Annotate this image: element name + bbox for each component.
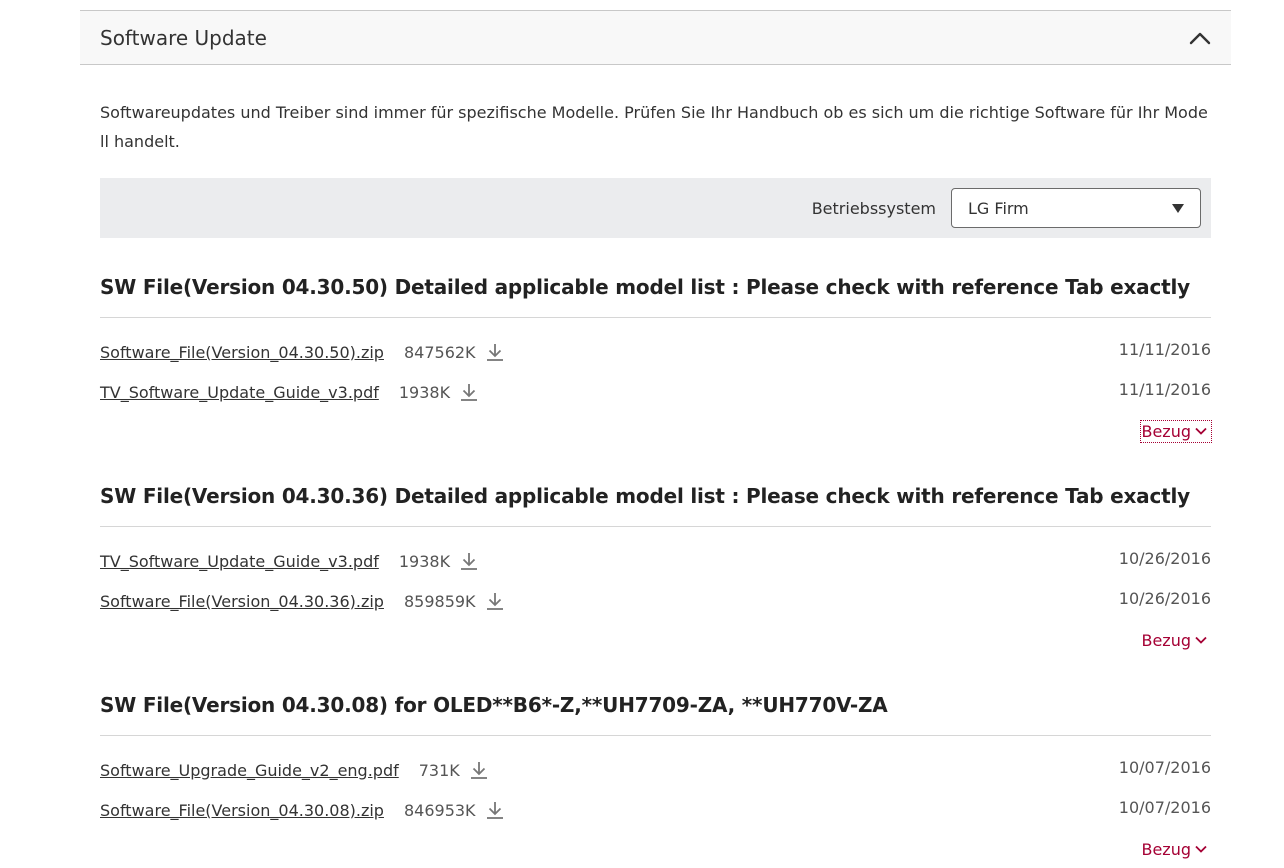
caret-down-icon xyxy=(1172,203,1184,213)
download-icon[interactable] xyxy=(459,382,479,402)
reference-row: Bezug xyxy=(100,621,1211,659)
download-icon[interactable] xyxy=(485,800,505,820)
file-date: 10/07/2016 xyxy=(1118,758,1211,777)
file-date: 11/11/2016 xyxy=(1118,340,1211,359)
file-date: 10/26/2016 xyxy=(1118,549,1211,568)
software-section-title: SW File(Version 04.30.36) Detailed appli… xyxy=(100,466,1211,527)
file-list: TV_Software_Update_Guide_v3.pdf 1938K 10… xyxy=(100,527,1211,621)
reference-toggle-button[interactable]: Bezug xyxy=(1140,419,1212,443)
accordion-header[interactable]: Software Update xyxy=(80,10,1231,65)
download-icon[interactable] xyxy=(469,760,489,780)
software-section-title: SW File(Version 04.30.08) for OLED**B6*-… xyxy=(100,675,1211,736)
os-filter-label: Betriebssystem xyxy=(811,198,936,218)
file-date: 10/26/2016 xyxy=(1118,589,1211,608)
file-size: 847562K xyxy=(403,342,476,362)
chevron-down-icon xyxy=(1195,427,1207,435)
reference-label: Bezug xyxy=(1141,630,1191,650)
os-filter-bar: Betriebssystem LG Firm xyxy=(100,178,1211,238)
file-link[interactable]: TV_Software_Update_Guide_v3.pdf xyxy=(100,383,379,402)
file-link[interactable]: Software_Upgrade_Guide_v2_eng.pdf xyxy=(100,761,399,780)
reference-toggle-button[interactable]: Bezug xyxy=(1141,630,1211,651)
file-size: 859859K xyxy=(403,591,476,611)
file-size: 846953K xyxy=(403,800,476,820)
file-link[interactable]: TV_Software_Update_Guide_v3.pdf xyxy=(100,552,379,571)
file-row: Software_Upgrade_Guide_v2_eng.pdf 731K 1… xyxy=(100,750,1211,790)
file-row: Software_File(Version_04.30.50).zip 8475… xyxy=(100,332,1211,372)
reference-row: Bezug xyxy=(100,412,1212,450)
download-icon[interactable] xyxy=(485,342,505,362)
file-date: 10/07/2016 xyxy=(1118,798,1211,817)
file-list: Software_File(Version_04.30.50).zip 8475… xyxy=(100,318,1211,412)
os-select[interactable]: LG Firm xyxy=(951,188,1201,228)
file-row: Software_File(Version_04.30.36).zip 8598… xyxy=(100,581,1211,621)
download-icon[interactable] xyxy=(485,591,505,611)
download-icon[interactable] xyxy=(459,551,479,571)
chevron-up-icon[interactable] xyxy=(1189,31,1211,45)
reference-row: Bezug xyxy=(100,830,1211,868)
file-date: 11/11/2016 xyxy=(1118,380,1211,399)
software-update-accordion: Software Update Softwareupdates und Trei… xyxy=(80,10,1231,868)
file-link[interactable]: Software_File(Version_04.30.36).zip xyxy=(100,592,384,611)
file-size: 731K xyxy=(418,760,460,780)
software-section: SW File(Version 04.30.50) Detailed appli… xyxy=(100,257,1212,450)
file-row: Software_File(Version_04.30.08).zip 8469… xyxy=(100,790,1211,830)
reference-toggle-button[interactable]: Bezug xyxy=(1141,839,1211,860)
os-select-value: LG Firm xyxy=(968,198,1029,218)
software-section: SW File(Version 04.30.08) for OLED**B6*-… xyxy=(100,675,1211,868)
accordion-title: Software Update xyxy=(100,25,267,50)
software-section-title: SW File(Version 04.30.50) Detailed appli… xyxy=(100,257,1211,318)
reference-label: Bezug xyxy=(1141,839,1191,859)
accordion-body: Softwareupdates und Treiber sind immer f… xyxy=(80,98,1231,868)
file-link[interactable]: Software_File(Version_04.30.08).zip xyxy=(100,801,384,820)
file-list: Software_Upgrade_Guide_v2_eng.pdf 731K 1… xyxy=(100,736,1211,830)
file-link[interactable]: Software_File(Version_04.30.50).zip xyxy=(100,343,384,362)
file-row: TV_Software_Update_Guide_v3.pdf 1938K 10… xyxy=(100,541,1211,581)
file-row: TV_Software_Update_Guide_v3.pdf 1938K 11… xyxy=(100,372,1211,412)
chevron-down-icon xyxy=(1195,845,1207,853)
file-size: 1938K xyxy=(398,551,451,571)
software-section: SW File(Version 04.30.36) Detailed appli… xyxy=(100,466,1211,659)
file-size: 1938K xyxy=(398,382,451,402)
intro-text: Softwareupdates und Treiber sind immer f… xyxy=(100,103,1208,151)
chevron-down-icon xyxy=(1195,636,1207,644)
reference-label: Bezug xyxy=(1141,421,1191,441)
